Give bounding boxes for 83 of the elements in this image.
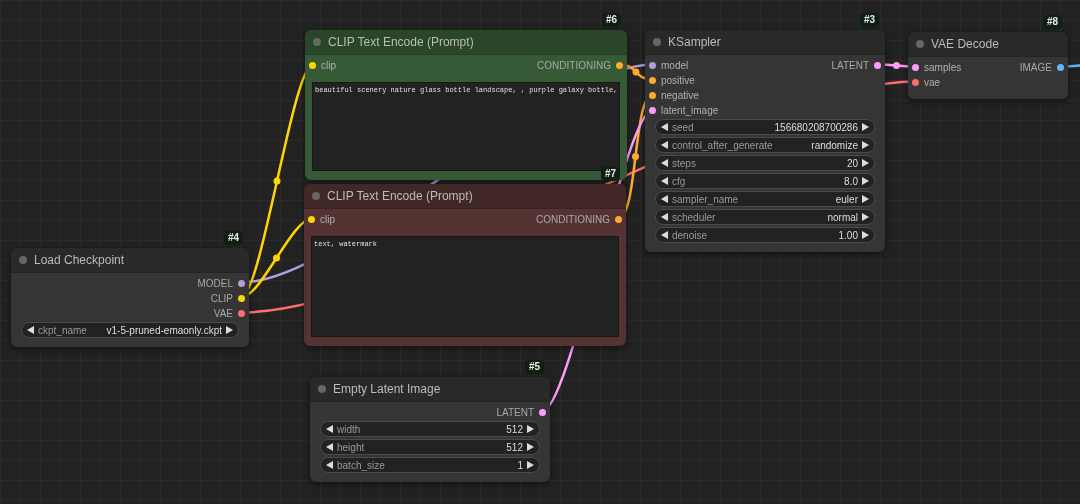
left-arrow-icon[interactable]	[27, 326, 34, 334]
right-arrow-icon[interactable]	[527, 461, 534, 469]
input-slot-icon[interactable]	[309, 62, 316, 69]
input-label: latent_image	[661, 105, 719, 116]
left-arrow-icon[interactable]	[661, 177, 668, 185]
widget-control[interactable]: denoise 1.00	[655, 227, 875, 243]
input-slot-icon[interactable]	[649, 77, 656, 84]
node-title: KSampler	[668, 35, 721, 49]
widget-control[interactable]: cfg 8.0	[655, 173, 875, 189]
input-label: vae	[924, 77, 941, 88]
left-arrow-icon[interactable]	[326, 461, 333, 469]
input-slot-icon[interactable]	[649, 62, 656, 69]
output-label: IMAGE	[1019, 62, 1052, 73]
widget-control[interactable]: control_after_generate randomize	[655, 137, 875, 153]
node-id-badge: #6	[601, 13, 621, 27]
node-id-badge: #8	[1042, 15, 1062, 29]
right-arrow-icon[interactable]	[527, 425, 534, 433]
right-arrow-icon[interactable]	[527, 443, 534, 451]
output-label: CLIP	[210, 293, 233, 304]
left-arrow-icon[interactable]	[661, 213, 668, 221]
collapse-dot-icon[interactable]	[916, 40, 924, 48]
input-slot-icon[interactable]	[912, 64, 919, 71]
left-arrow-icon[interactable]	[326, 425, 333, 433]
collapse-dot-icon[interactable]	[19, 256, 27, 264]
input-slot-icon[interactable]	[649, 92, 656, 99]
node-id-badge: #5	[524, 360, 544, 374]
widget-control[interactable]: ckpt_name v1-5-pruned-emaonly.ckpt	[21, 322, 239, 338]
widget-control[interactable]: scheduler normal	[655, 209, 875, 225]
node-title: VAE Decode	[931, 37, 999, 51]
node-title: Load Checkpoint	[34, 253, 125, 267]
right-arrow-icon[interactable]	[862, 213, 869, 221]
widget-control[interactable]: sampler_name euler	[655, 191, 875, 207]
input-slot-icon[interactable]	[308, 216, 315, 223]
collapse-dot-icon[interactable]	[313, 38, 321, 46]
output-slot-icon[interactable]	[1057, 64, 1064, 71]
collapse-dot-icon[interactable]	[318, 385, 326, 393]
right-arrow-icon[interactable]	[862, 231, 869, 239]
left-arrow-icon[interactable]	[661, 141, 668, 149]
input-label: clip	[320, 214, 335, 225]
widget-control[interactable]: steps 20	[655, 155, 875, 171]
output-label: VAE	[213, 308, 233, 319]
output-slot-icon[interactable]	[616, 62, 623, 69]
output-label: CONDITIONING	[537, 60, 611, 71]
input-slot-icon[interactable]	[912, 79, 919, 86]
input-slot-icon[interactable]	[649, 107, 656, 114]
right-arrow-icon[interactable]	[862, 159, 869, 167]
widget-control[interactable]: width 512	[320, 421, 540, 437]
node-title: CLIP Text Encode (Prompt)	[327, 189, 473, 203]
input-label: samples	[924, 62, 962, 73]
left-arrow-icon[interactable]	[661, 231, 668, 239]
widget-control[interactable]: seed 156680208700286	[655, 119, 875, 135]
node-title: Empty Latent Image	[333, 382, 441, 396]
right-arrow-icon[interactable]	[862, 177, 869, 185]
output-slot-icon[interactable]	[238, 310, 245, 317]
output-label: MODEL	[197, 278, 233, 289]
collapse-dot-icon[interactable]	[312, 192, 320, 200]
right-arrow-icon[interactable]	[862, 195, 869, 203]
widget-control[interactable]: batch_size 1	[320, 457, 540, 473]
output-label: LATENT	[496, 407, 534, 418]
input-label: model	[661, 60, 689, 71]
node-title: CLIP Text Encode (Prompt)	[328, 35, 474, 49]
node-id-badge: #4	[223, 231, 243, 245]
left-arrow-icon[interactable]	[661, 195, 668, 203]
output-slot-icon[interactable]	[539, 409, 546, 416]
output-label: LATENT	[831, 60, 869, 71]
output-slot-icon[interactable]	[238, 280, 245, 287]
input-label: positive	[661, 75, 695, 86]
left-arrow-icon[interactable]	[326, 443, 333, 451]
node-id-badge: #7	[600, 167, 620, 181]
right-arrow-icon[interactable]	[226, 326, 233, 334]
output-slot-icon[interactable]	[874, 62, 881, 69]
left-arrow-icon[interactable]	[661, 123, 668, 131]
input-label: negative	[661, 90, 699, 101]
node-id-badge: #3	[859, 13, 879, 27]
output-slot-icon[interactable]	[615, 216, 622, 223]
widget-control[interactable]: height 512	[320, 439, 540, 455]
output-slot-icon[interactable]	[238, 295, 245, 302]
output-label: CONDITIONING	[536, 214, 610, 225]
left-arrow-icon[interactable]	[661, 159, 668, 167]
collapse-dot-icon[interactable]	[653, 38, 661, 46]
input-label: clip	[321, 60, 336, 71]
right-arrow-icon[interactable]	[862, 123, 869, 131]
right-arrow-icon[interactable]	[862, 141, 869, 149]
